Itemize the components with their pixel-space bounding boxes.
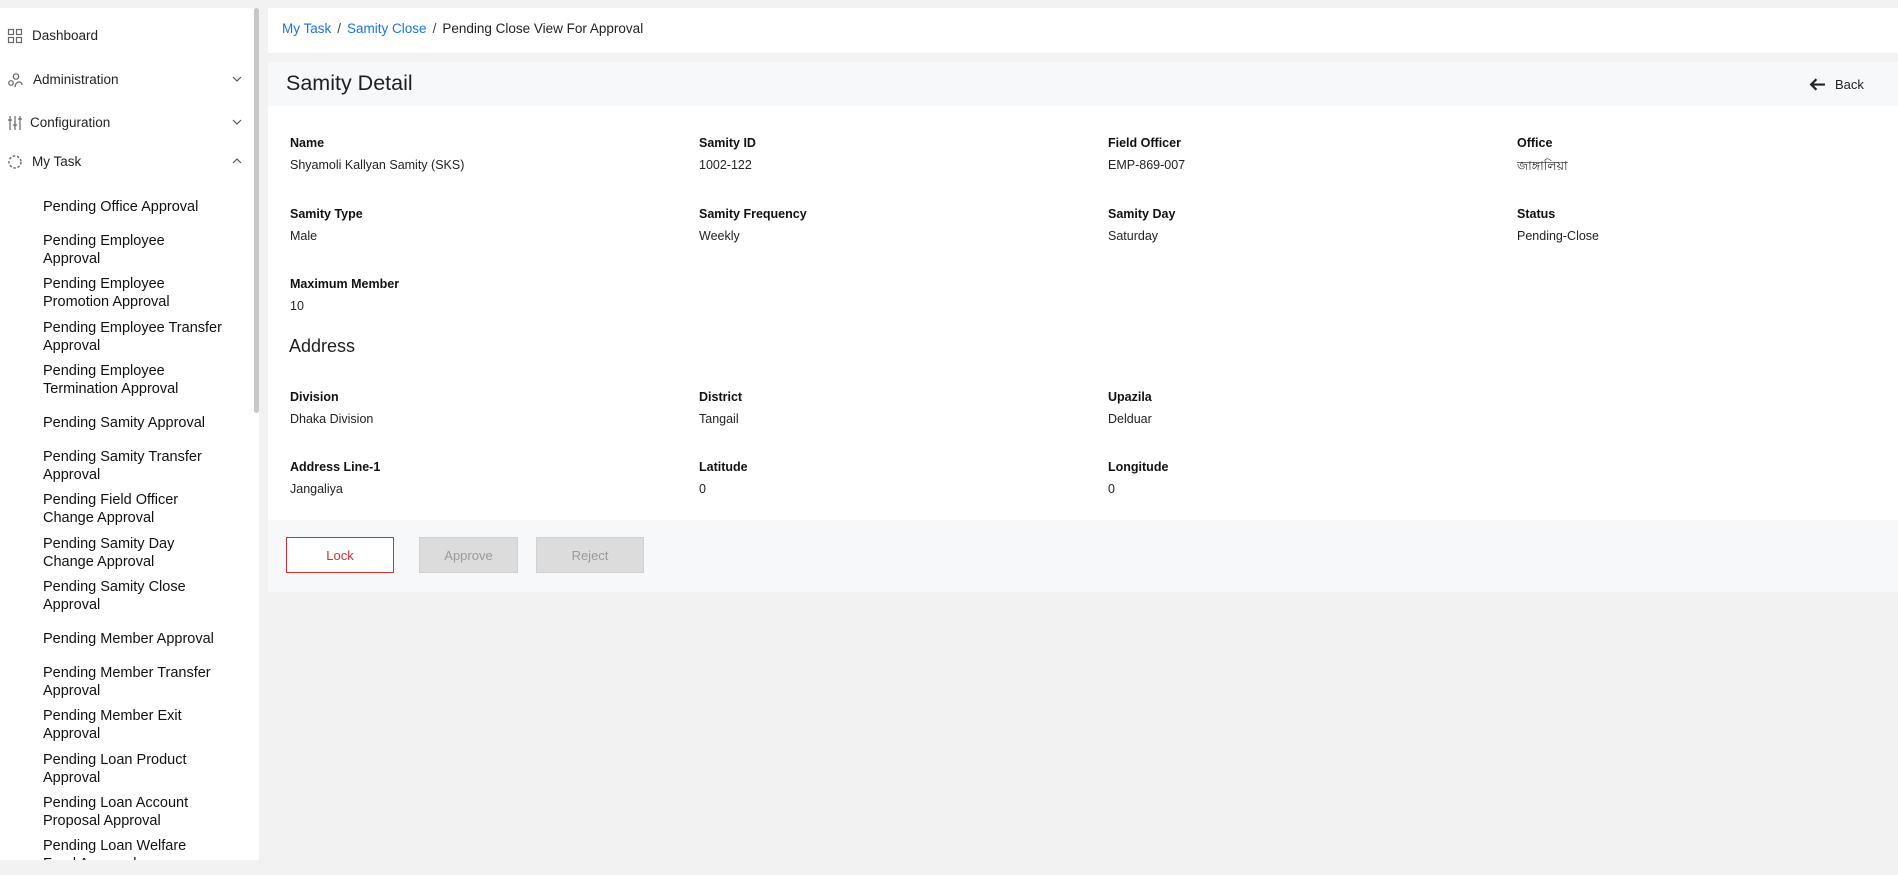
field-label: Latitude <box>699 460 748 474</box>
field-label: Office <box>1517 136 1553 150</box>
breadcrumb-separator: / <box>337 21 342 36</box>
chevron-down-icon <box>232 76 242 82</box>
field-label: Name <box>290 136 325 150</box>
field-division: Division Dhaka Division <box>290 390 373 426</box>
field-label: Samity Day <box>1108 207 1176 221</box>
field-label: Division <box>290 390 339 404</box>
sidebar-subitem-pending-loan-account-proposal[interactable]: Pending Loan Account Proposal Approval <box>43 794 223 830</box>
sidebar-item-my-task[interactable]: My Task <box>0 150 250 174</box>
sidebar-subitem-pending-employee-termination[interactable]: Pending Employee Termination Approval <box>43 362 223 398</box>
field-value: EMP-869-007 <box>1108 158 1186 172</box>
field-value: Jangaliya <box>290 482 343 496</box>
field-maximum-member: Maximum Member 10 <box>290 277 399 313</box>
users-icon <box>8 73 23 88</box>
breadcrumb-current: Pending Close View For Approval <box>442 21 644 36</box>
sidebar: Dashboard Administration Configuration M… <box>0 8 259 860</box>
field-upazila: Upazila Delduar <box>1108 390 1152 426</box>
field-status: Status Pending-Close <box>1517 207 1599 243</box>
page-title: Samity Detail <box>286 71 413 95</box>
breadcrumb-link-my-task[interactable]: My Task <box>282 21 331 36</box>
sidebar-subitem-pending-office[interactable]: Pending Office Approval <box>43 198 223 216</box>
sidebar-item-label: Administration <box>33 72 119 87</box>
sidebar-subitem-pending-employee-promotion[interactable]: Pending Employee Promotion Approval <box>43 275 223 311</box>
field-label: Samity Frequency <box>699 207 807 221</box>
field-samity-id: Samity ID 1002-122 <box>699 136 756 172</box>
field-value: Saturday <box>1108 229 1159 243</box>
action-bar: Lock Approve Reject <box>268 520 1898 592</box>
task-circle-icon <box>8 155 22 169</box>
sidebar-subitem-pending-samity-transfer[interactable]: Pending Samity Transfer Approval <box>43 448 223 484</box>
sidebar-subitem-pending-member-transfer[interactable]: Pending Member Transfer Approval <box>43 664 223 700</box>
field-value: Male <box>290 229 318 243</box>
lock-button[interactable]: Lock <box>286 537 394 573</box>
field-value: 0 <box>699 482 706 496</box>
field-value: 1002-122 <box>699 158 752 172</box>
field-name: Name Shyamoli Kallyan Samity (SKS) <box>290 136 464 172</box>
back-label: Back <box>1835 76 1864 92</box>
sidebar-subitem-pending-field-officer-change[interactable]: Pending Field Officer Change Approval <box>43 491 223 527</box>
status-badge: Pending-Close <box>1517 229 1599 243</box>
samity-detail-content: Name Shyamoli Kallyan Samity (SKS) Samit… <box>268 106 1898 520</box>
sidebar-item-configuration[interactable]: Configuration <box>0 111 250 135</box>
reject-button[interactable]: Reject <box>536 537 644 573</box>
field-samity-type: Samity Type Male <box>290 207 363 243</box>
field-field-officer: Field Officer EMP-869-007 <box>1108 136 1185 172</box>
sidebar-subitem-pending-samity-day-change[interactable]: Pending Samity Day Change Approval <box>43 535 223 571</box>
arrow-left-icon <box>1809 77 1825 91</box>
field-address-line-1: Address Line-1 Jangaliya <box>290 460 380 496</box>
breadcrumb-bar: My Task / Samity Close / Pending Close View … <box>268 8 1898 53</box>
field-value: Delduar <box>1108 412 1152 426</box>
field-label: Upazila <box>1108 390 1152 404</box>
sliders-icon <box>8 116 22 130</box>
chevron-up-icon <box>232 158 242 164</box>
sidebar-subitem-pending-samity-close[interactable]: Pending Samity Close Approval <box>43 578 223 614</box>
sidebar-item-label: Configuration <box>30 115 111 130</box>
field-value: 10 <box>290 299 304 313</box>
field-label: Samity ID <box>699 136 756 150</box>
field-label: Status <box>1517 207 1556 221</box>
sidebar-subitem-pending-loan-welfare-fund[interactable]: Pending Loan Welfare Fund Approval <box>43 837 223 860</box>
field-value: Tangail <box>699 412 739 426</box>
field-value: Dhaka Division <box>290 412 374 426</box>
field-value: 0 <box>1108 482 1115 496</box>
field-label: Field Officer <box>1108 136 1181 150</box>
sidebar-item-administration[interactable]: Administration <box>0 68 250 92</box>
field-label: Address Line-1 <box>290 460 381 474</box>
field-longitude: Longitude 0 <box>1108 460 1168 496</box>
breadcrumb-link-samity-close[interactable]: Samity Close <box>347 21 427 36</box>
field-district: District Tangail <box>699 390 742 426</box>
sidebar-subitem-pending-member-exit[interactable]: Pending Member Exit Approval <box>43 707 223 743</box>
top-strip <box>0 0 1898 8</box>
breadcrumb-separator: / <box>432 21 437 36</box>
field-value: জাঙ্গালিয়া <box>1517 159 1568 173</box>
sidebar-subitem-pending-loan-product[interactable]: Pending Loan Product Approval <box>43 751 223 787</box>
field-latitude: Latitude 0 <box>699 460 748 496</box>
field-office: Office জাঙ্গালিয়া <box>1517 136 1568 178</box>
breadcrumb: My Task / Samity Close / Pending Close View … <box>282 21 643 36</box>
field-samity-frequency: Samity Frequency Weekly <box>699 207 807 243</box>
grid-icon <box>7 28 23 44</box>
back-button[interactable]: Back <box>1809 74 1864 94</box>
detail-header: Samity Detail Back <box>268 62 1898 106</box>
sidebar-subitem-pending-samity[interactable]: Pending Samity Approval <box>43 414 223 432</box>
sidebar-subitem-pending-member[interactable]: Pending Member Approval <box>43 630 223 648</box>
sidebar-item-dashboard[interactable]: Dashboard <box>0 24 250 48</box>
field-value: Shyamoli Kallyan Samity (SKS) <box>290 158 465 172</box>
sidebar-subitem-pending-employee-transfer[interactable]: Pending Employee Transfer Approval <box>43 319 223 355</box>
field-label: District <box>699 390 743 404</box>
sidebar-item-label: My Task <box>32 154 82 169</box>
chevron-down-icon <box>232 119 242 125</box>
field-label: Longitude <box>1108 460 1169 474</box>
approve-button[interactable]: Approve <box>419 537 518 573</box>
address-section-title: Address <box>289 336 356 356</box>
field-value: Weekly <box>699 229 740 243</box>
sidebar-subitem-pending-employee[interactable]: Pending Employee Approval <box>43 232 223 268</box>
field-samity-day: Samity Day Saturday <box>1108 207 1175 243</box>
sidebar-scrollbar[interactable] <box>254 8 259 413</box>
field-label: Maximum Member <box>290 277 400 291</box>
field-label: Samity Type <box>290 207 363 221</box>
sidebar-item-label: Dashboard <box>32 28 99 43</box>
